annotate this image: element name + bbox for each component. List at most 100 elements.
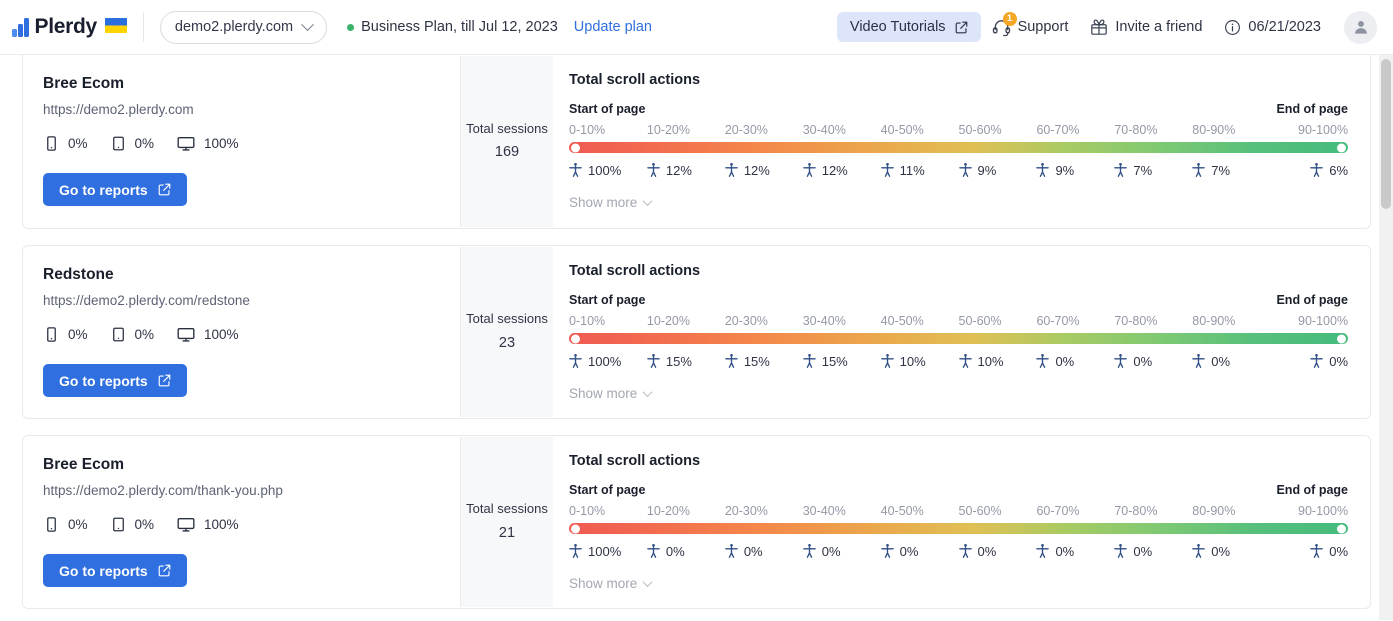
go-to-reports-button[interactable]: Go to reports (43, 364, 187, 397)
go-to-reports-label: Go to reports (59, 563, 148, 579)
bucket-label: 40-50% (881, 504, 959, 518)
tablet-icon (110, 135, 127, 152)
invite-friend-label: Invite a friend (1115, 19, 1202, 35)
total-sessions-block: Total sessions 21 (460, 437, 553, 607)
app-header: Plerdy demo2.plerdy.com Business Plan, t… (0, 0, 1393, 55)
person-icon (1114, 543, 1127, 559)
bucket-label: 30-40% (803, 504, 881, 518)
scroll-panel: Total scroll actions Start of page End o… (553, 436, 1370, 608)
scroll-percent: 0% (744, 544, 763, 559)
bucket-label: 60-70% (1036, 123, 1114, 137)
site-info: Bree Ecom https://demo2.plerdy.com/thank… (23, 436, 460, 608)
scroll-percent: 0% (1211, 354, 1230, 369)
person-icon (1114, 353, 1127, 369)
range-knob-start[interactable] (571, 143, 580, 152)
person-icon (725, 353, 738, 369)
go-to-reports-button[interactable]: Go to reports (43, 554, 187, 587)
user-avatar-icon (1352, 18, 1370, 36)
range-knob-start[interactable] (571, 334, 580, 343)
person-icon (1310, 543, 1323, 559)
start-of-page-label: Start of page (569, 293, 645, 307)
bucket-label: 40-50% (881, 314, 959, 328)
go-to-reports-button[interactable]: Go to reports (43, 173, 187, 206)
scroll-stat: 7% (1114, 162, 1192, 178)
scroll-depth-gradient-bar[interactable] (569, 333, 1348, 344)
bucket-label: 20-30% (725, 314, 803, 328)
user-avatar[interactable] (1344, 11, 1377, 44)
device-stat: 0% (43, 516, 88, 533)
scroll-depth-gradient-bar[interactable] (569, 523, 1348, 534)
person-icon (647, 353, 660, 369)
page-scrollbar-thumb[interactable] (1381, 59, 1391, 209)
device-stat: 100% (176, 516, 239, 533)
scroll-stat: 0% (803, 543, 881, 559)
show-more-toggle[interactable]: Show more (569, 576, 651, 591)
range-knob-end[interactable] (1337, 334, 1346, 343)
scroll-stat: 0% (1192, 353, 1270, 369)
info-circle-icon (1224, 19, 1241, 36)
scroll-percent: 15% (822, 354, 848, 369)
brand-logo-group: Plerdy (12, 15, 127, 39)
total-sessions-value: 23 (499, 333, 515, 354)
device-stat: 0% (110, 326, 155, 343)
mobile-icon (43, 516, 60, 533)
brand-name: Plerdy (35, 15, 97, 39)
scroll-percent: 10% (978, 354, 1004, 369)
start-of-page-label: Start of page (569, 102, 645, 116)
scroll-stat: 15% (725, 353, 803, 369)
person-icon (1192, 162, 1205, 178)
update-plan-link[interactable]: Update plan (574, 19, 652, 35)
invite-friend-button[interactable]: Invite a friend (1079, 10, 1213, 44)
range-knob-end[interactable] (1337, 143, 1346, 152)
scroll-stat: 0% (1114, 543, 1192, 559)
end-of-page-label: End of page (1276, 293, 1348, 307)
person-icon (1036, 353, 1049, 369)
device-percent: 100% (204, 517, 239, 532)
site-url: https://demo2.plerdy.com/thank-you.php (43, 483, 440, 498)
scroll-stat: 0% (1270, 543, 1348, 559)
video-tutorials-button[interactable]: Video Tutorials (837, 12, 981, 42)
go-to-reports-label: Go to reports (59, 373, 148, 389)
person-icon (803, 162, 816, 178)
site-selector-dropdown[interactable]: demo2.plerdy.com (160, 11, 327, 44)
person-icon (959, 162, 972, 178)
show-more-toggle[interactable]: Show more (569, 386, 651, 401)
device-stat: 0% (110, 516, 155, 533)
scroll-stat: 0% (725, 543, 803, 559)
device-percent: 0% (68, 136, 88, 151)
support-button[interactable]: 1 Support (981, 10, 1080, 44)
bucket-label: 90-100% (1270, 123, 1348, 137)
scroll-stats-row: 100% 15% 15% 15% 10% 10% 0% 0% (569, 353, 1348, 369)
scroll-stat: 0% (1036, 543, 1114, 559)
tablet-icon (110, 326, 127, 343)
scroll-depth-gradient-bar[interactable] (569, 142, 1348, 153)
panel-title: Total scroll actions (569, 263, 1348, 279)
range-knob-start[interactable] (571, 524, 580, 533)
site-card: Redstone https://demo2.plerdy.com/redsto… (22, 245, 1371, 419)
range-knob-end[interactable] (1337, 524, 1346, 533)
external-link-icon (955, 21, 968, 34)
device-breakdown: 0% 0% 100% (43, 516, 440, 533)
person-icon (569, 162, 582, 178)
scroll-percent: 12% (822, 163, 848, 178)
bucket-label: 0-10% (569, 314, 647, 328)
scroll-stat: 12% (803, 162, 881, 178)
total-sessions-value: 169 (495, 142, 519, 163)
show-more-toggle[interactable]: Show more (569, 195, 651, 210)
scroll-stat: 0% (1114, 353, 1192, 369)
bucket-label: 50-60% (959, 123, 1037, 137)
scroll-panel: Total scroll actions Start of page End o… (553, 246, 1370, 418)
person-icon (647, 162, 660, 178)
bucket-label: 30-40% (803, 123, 881, 137)
scroll-stat: 10% (959, 353, 1037, 369)
bucket-label: 80-90% (1192, 314, 1270, 328)
scroll-percent: 0% (900, 544, 919, 559)
device-stat: 0% (43, 135, 88, 152)
person-icon (1036, 543, 1049, 559)
scroll-percent: 100% (588, 354, 621, 369)
page-scrollbar[interactable] (1379, 55, 1393, 620)
scroll-stat: 9% (959, 162, 1037, 178)
scroll-stat: 100% (569, 543, 647, 559)
date-display[interactable]: 06/21/2023 (1213, 10, 1332, 44)
bucket-label: 60-70% (1036, 504, 1114, 518)
